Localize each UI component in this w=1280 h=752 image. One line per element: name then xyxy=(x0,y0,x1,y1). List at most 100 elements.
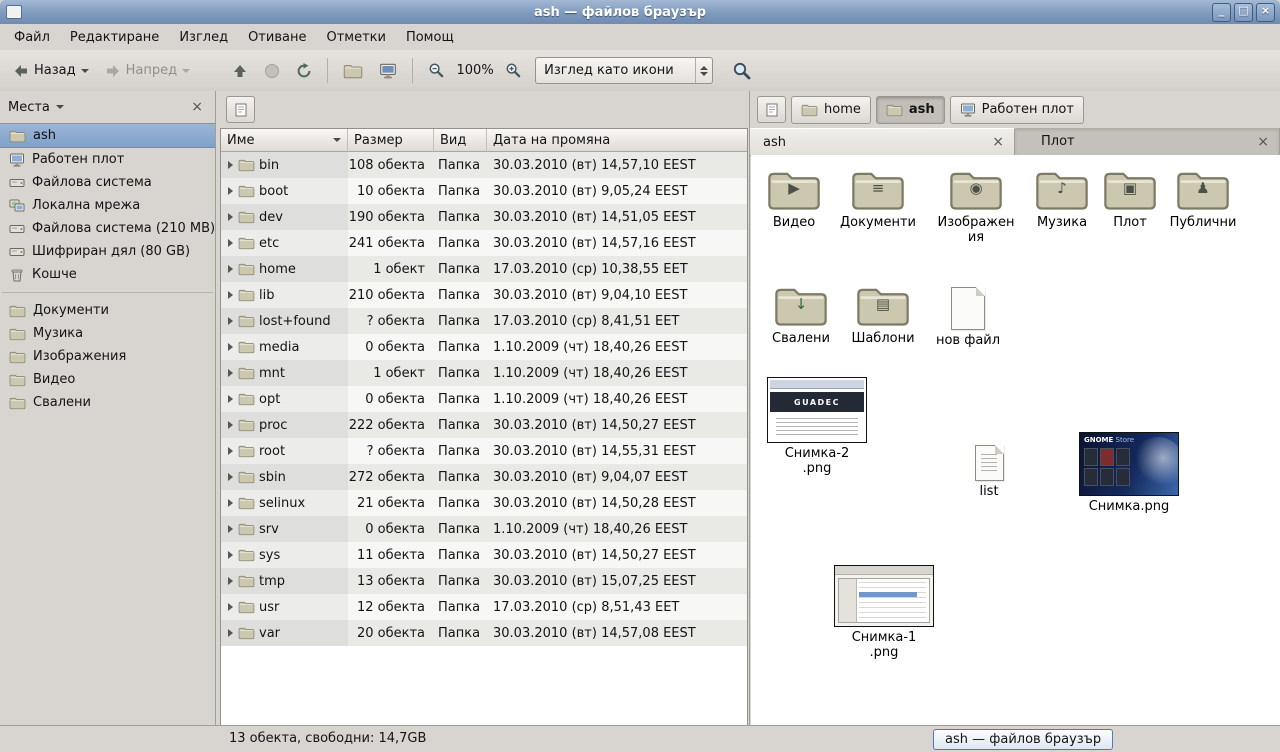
expander-icon[interactable] xyxy=(228,499,233,507)
expander-icon[interactable] xyxy=(228,421,233,429)
expander-icon[interactable] xyxy=(228,213,233,221)
icon-item-templates[interactable]: ▤ Шаблони xyxy=(841,283,925,347)
list-row-tmp[interactable]: tmp 13 обекта Папка 30.03.2010 (вт) 15,0… xyxy=(221,568,747,594)
icon-item-list[interactable]: list xyxy=(947,445,1031,500)
list-row-home[interactable]: home 1 обект Папка 17.03.2010 (ср) 10,38… xyxy=(221,256,747,282)
list-row-dev[interactable]: dev 190 обекта Папка 30.03.2010 (вт) 14,… xyxy=(221,204,747,230)
menu-edit[interactable]: Редактиране xyxy=(60,26,169,49)
list-row-media[interactable]: media 0 обекта Папка 1.10.2009 (чт) 18,4… xyxy=(221,334,747,360)
menu-file[interactable]: Файл xyxy=(4,26,60,49)
tab-plot[interactable]: Плот × xyxy=(1015,128,1280,155)
list-row-var[interactable]: var 20 обекта Папка 30.03.2010 (вт) 14,5… xyxy=(221,620,747,646)
tab-close-icon[interactable]: × xyxy=(1255,135,1271,149)
sidebar-item-trash[interactable]: Кошче xyxy=(0,263,215,286)
expander-icon[interactable] xyxy=(228,525,233,533)
expander-icon[interactable] xyxy=(228,577,233,585)
menu-view[interactable]: Изглед xyxy=(169,26,238,49)
expander-icon[interactable] xyxy=(228,603,233,611)
breadcrumb-desktop[interactable]: Работен плот xyxy=(950,96,1084,124)
list-row-selinux[interactable]: selinux 21 обекта Папка 30.03.2010 (вт) … xyxy=(221,490,747,516)
tab-close-icon[interactable]: × xyxy=(990,135,1006,149)
places-header[interactable]: Места × xyxy=(0,91,215,123)
sidebar-item-pictures[interactable]: Изображения xyxy=(0,345,215,368)
taskbar-window-button[interactable]: ash — файлов браузър xyxy=(933,729,1113,750)
list-row-proc[interactable]: proc 222 обекта Папка 30.03.2010 (вт) 14… xyxy=(221,412,747,438)
breadcrumb-ash[interactable]: ash xyxy=(876,96,945,124)
expander-icon[interactable] xyxy=(228,447,233,455)
list-row-etc[interactable]: etc 241 обекта Папка 30.03.2010 (вт) 14,… xyxy=(221,230,747,256)
menu-help[interactable]: Помощ xyxy=(396,26,464,49)
zoom-in-button[interactable] xyxy=(498,57,529,84)
expander-icon[interactable] xyxy=(228,551,233,559)
sidebar-item-documents[interactable]: Документи xyxy=(0,299,215,322)
menu-go[interactable]: Отиване xyxy=(238,26,316,49)
reload-button[interactable] xyxy=(289,58,319,84)
column-header-3[interactable]: Дата на промяна xyxy=(487,129,747,152)
column-header-0[interactable]: Име xyxy=(221,129,348,152)
list-row-sys[interactable]: sys 11 обекта Папка 30.03.2010 (вт) 14,5… xyxy=(221,542,747,568)
expander-icon[interactable] xyxy=(228,343,233,351)
search-button[interactable] xyxy=(725,56,759,86)
places-close-button[interactable]: × xyxy=(187,99,207,115)
spinner-arrows-icon[interactable] xyxy=(695,58,712,83)
icon-item-snimka[interactable]: GNOME Store Снимка.png xyxy=(1077,432,1181,515)
list-row-srv[interactable]: srv 0 обекта Папка 1.10.2009 (чт) 18,40,… xyxy=(221,516,747,542)
expander-icon[interactable] xyxy=(228,161,233,169)
list-row-boot[interactable]: boot 10 обекта Папка 30.03.2010 (вт) 9,0… xyxy=(221,178,747,204)
titlebar[interactable]: ash — файлов браузър _ □ × xyxy=(0,0,1280,25)
icon-item-snimka2[interactable]: GUADEC Снимка-2.png xyxy=(765,377,869,477)
sidebar-item-downloads[interactable]: Свалени xyxy=(0,391,215,414)
list-row-root[interactable]: root ? обекта Папка 30.03.2010 (вт) 14,5… xyxy=(221,438,747,464)
forward-button[interactable]: Напред xyxy=(98,58,197,84)
icon-item-snimka1[interactable]: Снимка-1.png xyxy=(832,565,936,661)
computer-button[interactable] xyxy=(372,57,404,85)
minimize-button[interactable]: _ xyxy=(1212,3,1231,22)
list-row-lost+found[interactable]: lost+found ? обекта Папка 17.03.2010 (ср… xyxy=(221,308,747,334)
zoom-out-button[interactable] xyxy=(421,57,452,84)
icon-item-public[interactable]: ♟ Публични xyxy=(1161,167,1245,231)
home-button[interactable] xyxy=(336,58,370,84)
menu-bookmarks[interactable]: Отметки xyxy=(316,26,395,49)
sidebar-item-encrypted-80[interactable]: Шифриран дял (80 GB) xyxy=(0,240,215,263)
location-toggle-button[interactable] xyxy=(226,96,255,123)
back-button[interactable]: Назад xyxy=(6,58,96,84)
list-row-opt[interactable]: opt 0 обекта Папка 1.10.2009 (чт) 18,40,… xyxy=(221,386,747,412)
expander-icon[interactable] xyxy=(228,291,233,299)
up-button[interactable] xyxy=(225,58,255,84)
expander-icon[interactable] xyxy=(228,369,233,377)
column-header-1[interactable]: Размер xyxy=(348,129,434,152)
expander-icon[interactable] xyxy=(228,317,233,325)
places-dropdown-icon[interactable] xyxy=(56,105,64,109)
sidebar-item-filesystem-210[interactable]: Файлова система (210 MB) xyxy=(0,217,215,240)
icon-item-new-file[interactable]: нов файл xyxy=(926,287,1010,349)
icon-item-downloads[interactable]: ↓ Свалени xyxy=(759,283,843,347)
sidebar-item-ash[interactable]: ash xyxy=(0,123,215,148)
expander-icon[interactable] xyxy=(228,187,233,195)
expander-icon[interactable] xyxy=(228,239,233,247)
expander-icon[interactable] xyxy=(228,473,233,481)
icon-item-documents[interactable]: ≡ Документи xyxy=(836,167,920,231)
sidebar-item-music[interactable]: Музика xyxy=(0,322,215,345)
sidebar-item-desktop[interactable]: Работен плот xyxy=(0,148,215,171)
icon-item-pictures[interactable]: ◉ Изображения xyxy=(934,167,1018,246)
breadcrumb-home[interactable]: home xyxy=(791,96,871,124)
close-button[interactable]: × xyxy=(1256,3,1275,22)
list-row-mnt[interactable]: mnt 1 обект Папка 1.10.2009 (чт) 18,40,2… xyxy=(221,360,747,386)
icon-item-desktop[interactable]: ▣ Плот xyxy=(1088,167,1172,231)
list-row-sbin[interactable]: sbin 272 обекта Папка 30.03.2010 (вт) 9,… xyxy=(221,464,747,490)
icon-item-video[interactable]: ▶ Видео xyxy=(752,167,836,231)
maximize-button[interactable]: □ xyxy=(1234,3,1253,22)
column-header-2[interactable]: Вид xyxy=(434,129,487,152)
expander-icon[interactable] xyxy=(228,629,233,637)
list-row-usr[interactable]: usr 12 обекта Папка 17.03.2010 (ср) 8,51… xyxy=(221,594,747,620)
back-dropdown-icon[interactable] xyxy=(81,69,89,73)
location-toggle-button[interactable] xyxy=(757,96,786,123)
tab-ash[interactable]: ash × xyxy=(750,128,1015,155)
sidebar-item-video[interactable]: Видео xyxy=(0,368,215,391)
view-mode-select[interactable]: Изглед като икони xyxy=(535,57,713,84)
sidebar-item-network[interactable]: Локална мрежа xyxy=(0,194,215,217)
list-row-bin[interactable]: bin 108 обекта Папка 30.03.2010 (вт) 14,… xyxy=(221,152,747,178)
sidebar-item-filesystem[interactable]: Файлова система xyxy=(0,171,215,194)
expander-icon[interactable] xyxy=(228,265,233,273)
expander-icon[interactable] xyxy=(228,395,233,403)
